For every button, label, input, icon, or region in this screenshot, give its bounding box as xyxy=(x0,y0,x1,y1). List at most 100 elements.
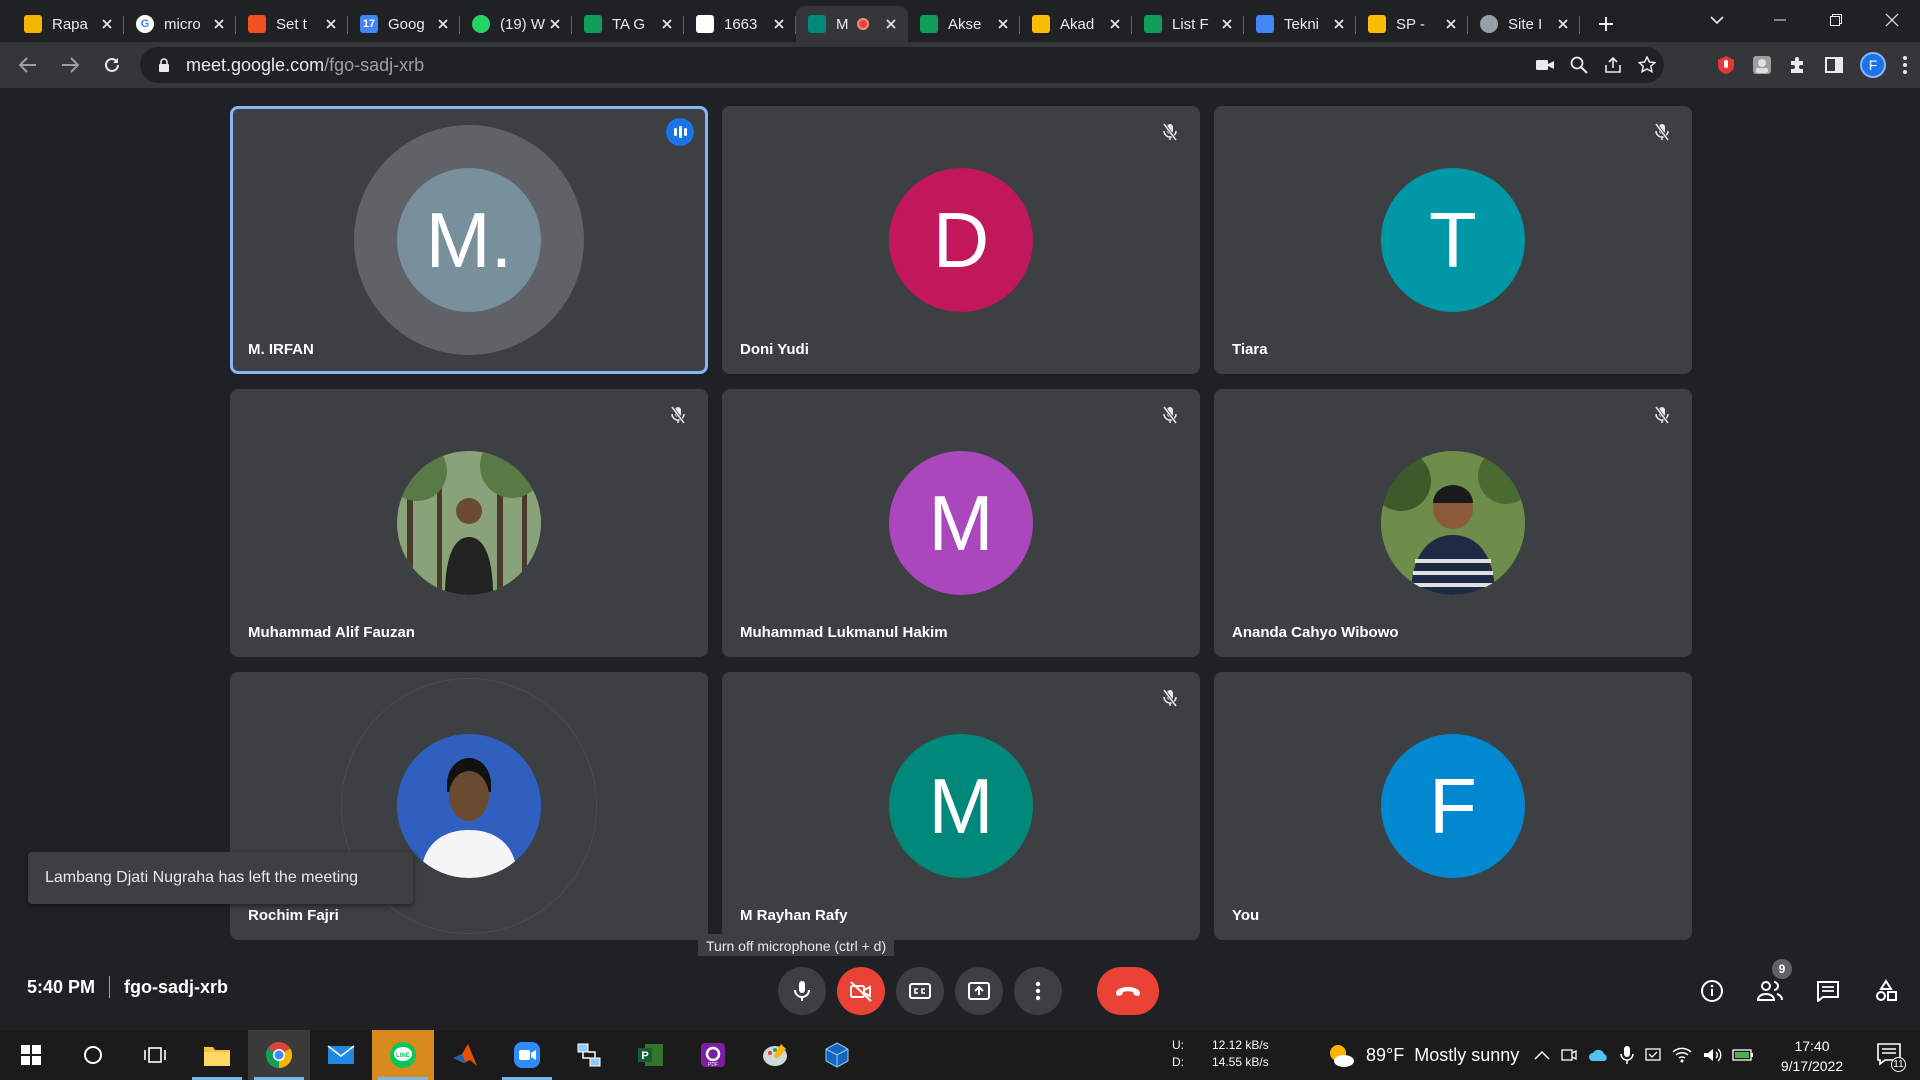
taskbar-file-explorer[interactable] xyxy=(186,1030,248,1080)
close-tab-icon[interactable] xyxy=(770,15,788,33)
taskbar-pdf-app[interactable]: PDF xyxy=(682,1030,744,1080)
microphone-in-use-icon[interactable] xyxy=(1620,1045,1634,1065)
extensions-puzzle-icon[interactable] xyxy=(1788,55,1808,75)
browser-tab[interactable]: M xyxy=(796,6,908,42)
task-view-button[interactable] xyxy=(124,1030,186,1080)
browser-tab[interactable]: SP - xyxy=(1356,6,1468,42)
participant-tile[interactable]: D Doni Yudi xyxy=(722,106,1200,374)
side-panel-icon[interactable] xyxy=(1824,55,1844,75)
browser-tab[interactable]: Akse xyxy=(908,6,1020,42)
participant-tile[interactable]: M M Rayhan Rafy xyxy=(722,672,1200,940)
forward-button[interactable] xyxy=(50,45,90,85)
minimize-button[interactable] xyxy=(1752,0,1808,40)
extension-gray-icon[interactable] xyxy=(1752,55,1772,75)
chevron-up-icon[interactable] xyxy=(1534,1049,1550,1061)
close-tab-icon[interactable] xyxy=(434,15,452,33)
more-options-button[interactable] xyxy=(1014,967,1062,1015)
taskbar-zoom[interactable] xyxy=(496,1030,558,1080)
more-vert-icon[interactable] xyxy=(1902,55,1908,75)
calendar-icon: 17 xyxy=(360,15,378,33)
participant-photo xyxy=(397,451,541,595)
tab-title: Set t xyxy=(276,15,307,33)
chevron-down-icon xyxy=(1710,16,1724,25)
browser-tab[interactable]: (19) W xyxy=(460,6,572,42)
close-tab-icon[interactable] xyxy=(1554,15,1572,33)
extension-red-icon[interactable] xyxy=(1716,55,1736,75)
taskbar-matlab[interactable] xyxy=(434,1030,496,1080)
leave-call-button[interactable] xyxy=(1097,967,1159,1015)
browser-tab[interactable]: Site I xyxy=(1468,6,1580,42)
notifications-button[interactable]: 11 xyxy=(1876,1042,1906,1072)
close-tab-icon[interactable] xyxy=(1218,15,1236,33)
browser-tab[interactable]: Set t xyxy=(236,6,348,42)
browser-tab[interactable]: Rapa xyxy=(12,6,124,42)
weather-widget[interactable]: 89°F Mostly sunny xyxy=(1326,1030,1519,1080)
close-tab-icon[interactable] xyxy=(98,15,116,33)
browser-toolbar: meet.google.com/fgo-sadj-xrb F xyxy=(0,42,1920,88)
start-button[interactable] xyxy=(0,1030,62,1080)
browser-tab[interactable]: TA G xyxy=(572,6,684,42)
microphone-button[interactable] xyxy=(778,967,826,1015)
captions-button[interactable] xyxy=(896,967,944,1015)
tab-title: M xyxy=(836,16,882,33)
cortana-button[interactable] xyxy=(62,1030,124,1080)
browser-tab[interactable]: 17 Goog xyxy=(348,6,460,42)
people-button[interactable]: 9 xyxy=(1748,959,1792,1015)
volume-icon[interactable] xyxy=(1702,1046,1722,1064)
taskbar-network-tool[interactable] xyxy=(558,1030,620,1080)
activities-button[interactable] xyxy=(1864,967,1908,1015)
profile-avatar[interactable]: F xyxy=(1860,52,1886,78)
close-tab-icon[interactable] xyxy=(1106,15,1124,33)
participant-tile[interactable]: M Muhammad Lukmanul Hakim xyxy=(722,389,1200,657)
reload-button[interactable] xyxy=(92,45,132,85)
security-icon[interactable] xyxy=(1644,1046,1662,1064)
taskbar-project[interactable]: P xyxy=(620,1030,682,1080)
taskbar-mail[interactable] xyxy=(310,1030,372,1080)
browser-tab[interactable]: Gmicro xyxy=(124,6,236,42)
address-bar[interactable]: meet.google.com/fgo-sadj-xrb xyxy=(140,47,1664,83)
browser-tab[interactable]: 1663 xyxy=(684,6,796,42)
restore-button[interactable] xyxy=(1808,0,1864,40)
tab-title: List F xyxy=(1172,15,1209,33)
participant-tile[interactable]: Ananda Cahyo Wibowo xyxy=(1214,389,1692,657)
browser-tab[interactable]: List F xyxy=(1132,6,1244,42)
battery-charging-icon[interactable] xyxy=(1732,1048,1754,1062)
tab-search-button[interactable] xyxy=(1704,8,1730,32)
omnibox-actions xyxy=(1536,47,1656,83)
camera-button[interactable] xyxy=(837,967,885,1015)
new-tab-button[interactable] xyxy=(1588,6,1624,42)
participant-tile[interactable]: T Tiara xyxy=(1214,106,1692,374)
taskbar-virtualbox[interactable] xyxy=(806,1030,868,1080)
meeting-details-button[interactable] xyxy=(1690,967,1734,1015)
bookmark-star-icon[interactable] xyxy=(1638,56,1656,74)
taskbar-paint-app[interactable] xyxy=(744,1030,806,1080)
chat-button[interactable] xyxy=(1806,967,1850,1015)
onedrive-cloud-icon[interactable] xyxy=(1588,1047,1610,1063)
close-tab-icon[interactable] xyxy=(1330,15,1348,33)
share-icon[interactable] xyxy=(1604,56,1622,74)
participant-tile[interactable]: F You xyxy=(1214,672,1692,940)
system-clock[interactable]: 17:40 9/17/2022 xyxy=(1770,1036,1854,1076)
close-tab-icon[interactable] xyxy=(322,15,340,33)
taskbar-line[interactable]: LINE xyxy=(372,1030,434,1080)
google-icon: G xyxy=(136,15,154,33)
camera-in-use-icon[interactable] xyxy=(1536,58,1554,72)
back-button[interactable] xyxy=(8,45,48,85)
participant-tile[interactable]: M. M. IRFAN xyxy=(230,106,708,374)
close-tab-icon[interactable] xyxy=(546,15,564,33)
close-tab-icon[interactable] xyxy=(210,15,228,33)
browser-tab[interactable]: Tekni xyxy=(1244,6,1356,42)
close-tab-icon[interactable] xyxy=(882,15,900,33)
zoom-icon[interactable] xyxy=(1570,56,1588,74)
close-window-button[interactable] xyxy=(1864,0,1920,40)
present-now-button[interactable] xyxy=(955,967,1003,1015)
close-tab-icon[interactable] xyxy=(994,15,1012,33)
taskbar-chrome[interactable] xyxy=(248,1030,310,1080)
close-tab-icon[interactable] xyxy=(1442,15,1460,33)
participant-tile[interactable]: Muhammad Alif Fauzan xyxy=(230,389,708,657)
close-tab-icon[interactable] xyxy=(658,15,676,33)
meet-nearby-icon[interactable] xyxy=(1560,1046,1578,1064)
browser-tab[interactable]: Akad xyxy=(1020,6,1132,42)
mic-off-icon xyxy=(1158,686,1182,710)
wifi-icon[interactable] xyxy=(1672,1046,1692,1064)
